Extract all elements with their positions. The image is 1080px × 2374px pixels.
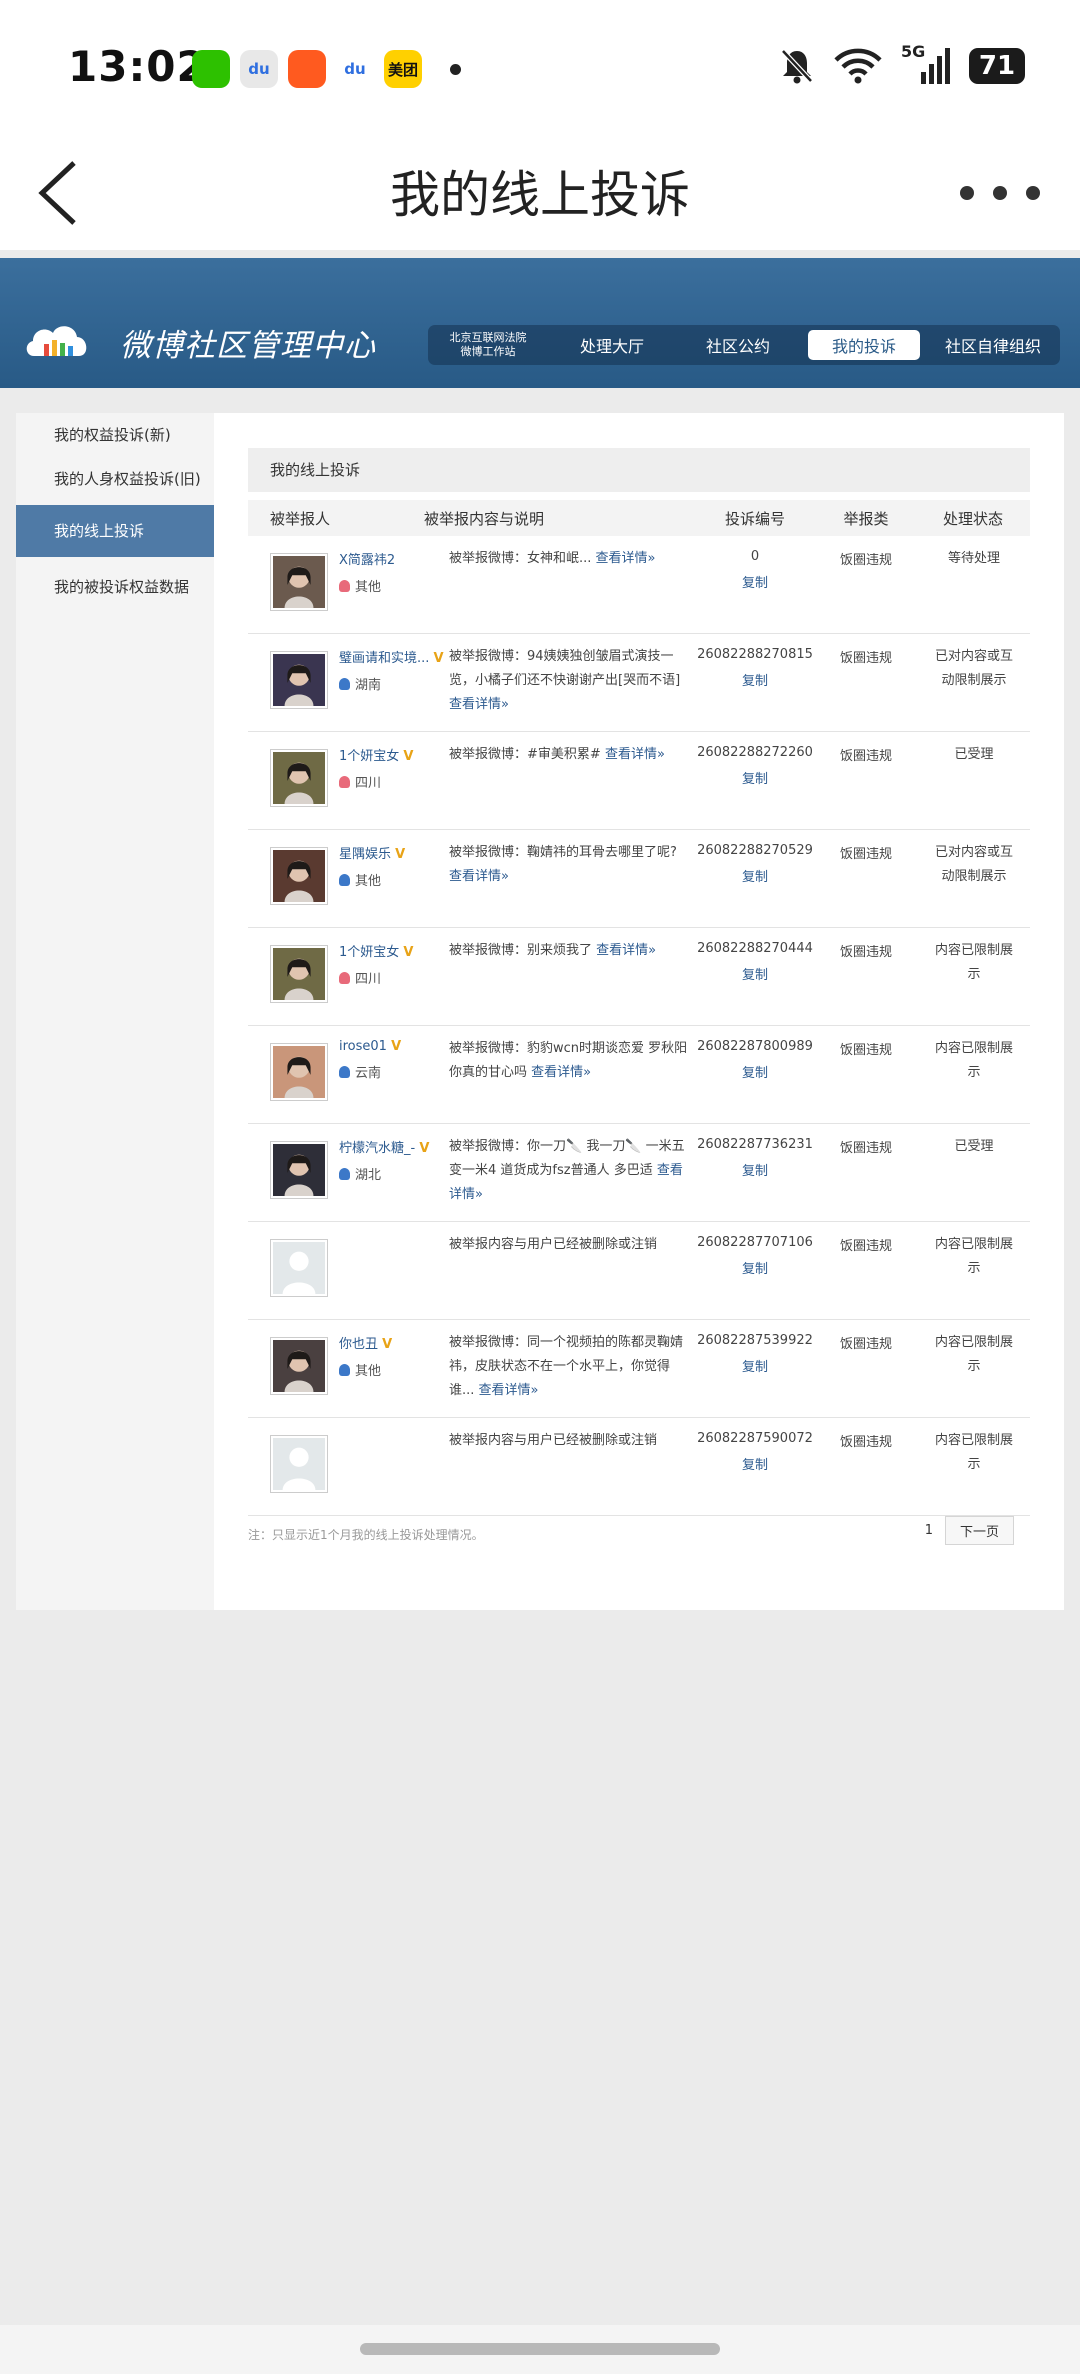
battery-level: 71 bbox=[978, 51, 1016, 81]
footer-area: 注：只显示近1个月我的线上投诉处理情况。 1 下一页 bbox=[248, 413, 1030, 1610]
baidu-icon: du bbox=[336, 50, 374, 88]
nav-item-self-regulation[interactable]: 社区自律组织 bbox=[928, 333, 1058, 357]
nav-beijing-court-link[interactable]: 北京互联网法院 微博工作站 bbox=[428, 331, 548, 359]
battery-icon: 71 bbox=[969, 48, 1035, 84]
next-page-button[interactable]: 下一页 bbox=[944, 1516, 1014, 1545]
sidebar-item-online-complaints[interactable]: 我的线上投诉 bbox=[16, 505, 214, 557]
sidebar-item-rights-new[interactable]: 我的权益投诉(新) bbox=[16, 413, 214, 457]
home-indicator[interactable] bbox=[360, 2343, 720, 2355]
nav-item-hall[interactable]: 处理大厅 bbox=[548, 333, 676, 357]
status-time: 13:02 bbox=[68, 42, 207, 91]
notification-app-icons: du du 美团 bbox=[192, 50, 461, 88]
weibo-top-nav: 北京互联网法院 微博工作站 处理大厅 社区公约 我的投诉 社区自律组织 bbox=[428, 325, 1060, 365]
weibo-header: 微博社区管理中心 北京互联网法院 微博工作站 处理大厅 社区公约 我的投诉 社区… bbox=[0, 258, 1080, 388]
footer-note: 注：只显示近1个月我的线上投诉处理情况。 bbox=[248, 1528, 484, 1542]
system-icons: 5G 71 bbox=[779, 42, 1035, 86]
nav-item-convention[interactable]: 社区公约 bbox=[676, 333, 800, 357]
nav-bar: 我的线上投诉 bbox=[0, 135, 1080, 250]
meituan-icon: 美团 bbox=[384, 50, 422, 88]
sidebar: 我的权益投诉(新) 我的人身权益投诉(旧) 我的线上投诉 我的被投诉权益数据 bbox=[16, 413, 214, 1610]
kuaishou-icon bbox=[288, 50, 326, 88]
wifi-icon bbox=[834, 48, 882, 84]
cloud-logo-icon bbox=[26, 326, 87, 356]
weibo-community-title: 微博社区管理中心 bbox=[120, 328, 376, 364]
more-menu-icon[interactable] bbox=[960, 173, 1040, 213]
sidebar-item-complained-data[interactable]: 我的被投诉权益数据 bbox=[16, 565, 214, 609]
nav-court-line2: 微博工作站 bbox=[460, 345, 516, 358]
page-number[interactable]: 1 bbox=[925, 1523, 933, 1538]
cellular-signal-icon: 5G bbox=[901, 42, 951, 86]
more-notifications-dot bbox=[450, 63, 461, 75]
status-bar: 13:02 du du 美团 5G 71 bbox=[0, 0, 1080, 135]
wechat-icon bbox=[192, 50, 230, 88]
nav-court-line1: 北京互联网法院 bbox=[449, 331, 527, 344]
nav-item-my-complaints[interactable]: 我的投诉 bbox=[808, 330, 920, 360]
mute-bell-icon bbox=[781, 49, 813, 84]
sidebar-item-personal-rights-old[interactable]: 我的人身权益投诉(旧) bbox=[16, 457, 214, 501]
content-card: 我的权益投诉(新) 我的人身权益投诉(旧) 我的线上投诉 我的被投诉权益数据 我… bbox=[16, 413, 1064, 1610]
pagination: 1 下一页 bbox=[925, 1516, 1014, 1545]
page-title: 我的线上投诉 bbox=[390, 166, 690, 224]
baidu-map-icon: du bbox=[240, 50, 278, 88]
